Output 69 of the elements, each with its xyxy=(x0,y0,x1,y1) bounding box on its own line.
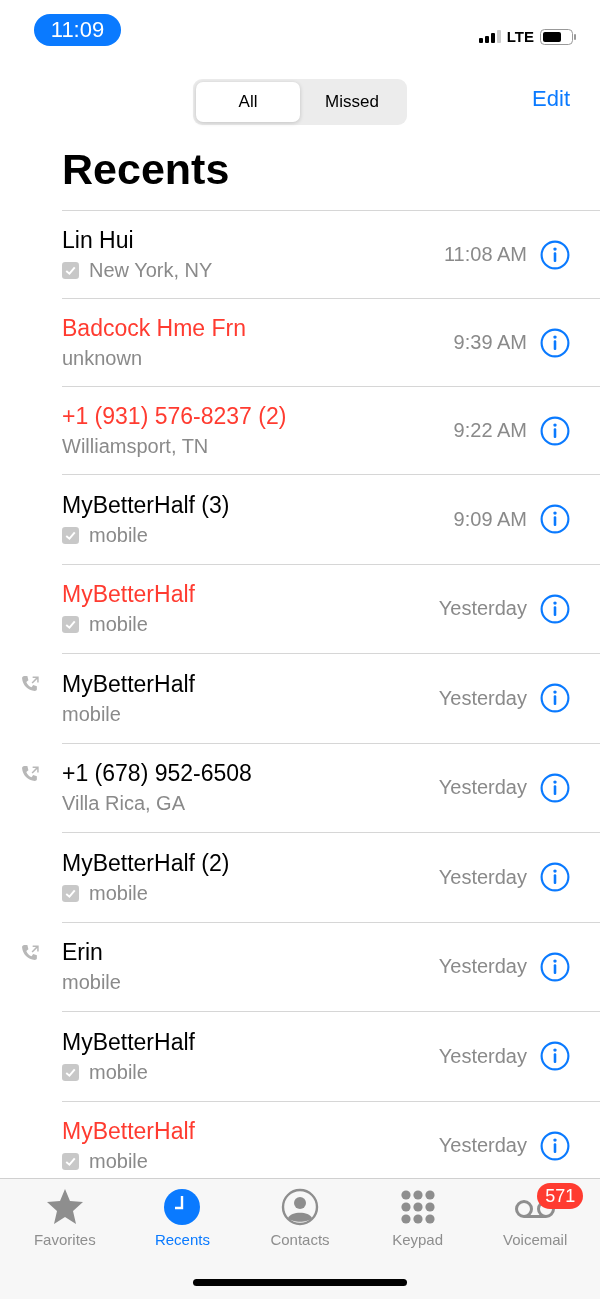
caller-name: MyBetterHalf (2) xyxy=(62,849,231,877)
caller-name: MyBetterHalf xyxy=(62,1028,196,1056)
call-time: 9:39 AM xyxy=(453,331,527,354)
tab-item[interactable]: Favorites xyxy=(9,1187,120,1248)
caller-name: Badcock Hme Frn xyxy=(62,315,248,342)
call-time: 9:09 AM xyxy=(453,507,527,531)
edit-button[interactable]: Edit xyxy=(532,86,570,112)
call-time: Yesterday xyxy=(438,597,527,621)
tab-item[interactable]: Recents xyxy=(127,1187,238,1248)
call-row[interactable]: Lin Hui New York, NY 11:08 AM xyxy=(62,210,600,298)
info-icon[interactable] xyxy=(540,593,570,624)
call-time: 11:08 AM xyxy=(443,243,527,266)
call-detail: mobile xyxy=(62,971,121,995)
call-time: Yesterday xyxy=(438,1044,527,1068)
info-icon[interactable] xyxy=(540,1130,570,1161)
person-icon xyxy=(280,1187,320,1227)
info-icon[interactable] xyxy=(540,504,570,535)
call-detail: mobile xyxy=(89,613,148,637)
signal-icon xyxy=(478,30,501,43)
info-icon[interactable] xyxy=(540,683,570,714)
call-detail: mobile xyxy=(89,881,148,905)
caller-name: Erin xyxy=(62,939,104,967)
battery-icon xyxy=(540,28,576,45)
caller-name: Lin Hui xyxy=(62,227,135,254)
info-icon[interactable] xyxy=(540,772,570,803)
call-detail: Villa Rica, GA xyxy=(62,792,185,816)
call-row[interactable]: MyBetterHalf (3) mobile 9:09 AM xyxy=(62,474,600,564)
count-badge: 571 xyxy=(537,1183,584,1209)
segment-tab[interactable]: Missed xyxy=(300,82,404,122)
call-time: Yesterday xyxy=(438,1134,527,1158)
clock-icon xyxy=(162,1187,203,1227)
tab-item[interactable]: Contacts xyxy=(245,1187,355,1248)
call-row[interactable]: Erin mobile Yesterday xyxy=(62,921,600,1011)
call-row[interactable]: MyBetterHalf (2) mobile Yesterday xyxy=(62,832,600,922)
call-detail: mobile xyxy=(89,1060,148,1084)
network-label: LTE xyxy=(506,28,534,45)
call-time: Yesterday xyxy=(438,776,527,800)
tab-item[interactable]: Keypad xyxy=(362,1187,473,1248)
call-time: Yesterday xyxy=(438,865,527,889)
info-icon[interactable] xyxy=(540,862,570,893)
caller-name: MyBetterHalf xyxy=(62,1118,196,1146)
caller-name: MyBetterHalf xyxy=(62,670,196,698)
info-icon[interactable] xyxy=(540,951,570,982)
info-icon[interactable] xyxy=(540,327,570,358)
call-detail: mobile xyxy=(89,1150,148,1174)
call-row[interactable]: Badcock Hme Frn unknown 9:39 AM xyxy=(62,298,600,386)
caller-name: +1 (678) 952-6508 xyxy=(62,760,253,788)
call-row[interactable]: MyBetterHalf mobile Yesterday xyxy=(62,1011,600,1101)
caller-name: MyBetterHalf (3) xyxy=(62,491,231,519)
call-detail: Williamsport, TN xyxy=(62,435,209,458)
call-row[interactable]: +1 (678) 952-6508 Villa Rica, GA Yesterday xyxy=(62,742,600,832)
status-time: 11:09 xyxy=(34,14,121,46)
call-detail: unknown xyxy=(62,347,143,370)
call-detail: New York, NY xyxy=(89,259,213,282)
call-time: Yesterday xyxy=(438,686,527,710)
info-icon[interactable] xyxy=(540,1041,570,1072)
call-detail: mobile xyxy=(62,702,121,726)
page-title: Recents xyxy=(62,144,231,195)
call-row[interactable]: +1 (931) 576-8237 (2) Williamsport, TN 9:22 AM xyxy=(62,386,600,474)
info-icon[interactable] xyxy=(540,239,570,270)
caller-name: MyBetterHalf xyxy=(62,581,196,609)
call-time: Yesterday xyxy=(438,955,527,979)
info-icon[interactable] xyxy=(540,415,570,446)
segment-tab[interactable]: All xyxy=(196,82,300,122)
call-row[interactable]: MyBetterHalf mobile Yesterday xyxy=(62,563,600,653)
call-time: 9:22 AM xyxy=(453,419,527,442)
call-detail: mobile xyxy=(89,523,148,547)
caller-name: +1 (931) 576-8237 (2) xyxy=(62,403,288,430)
call-row[interactable]: MyBetterHalf mobile Yesterday xyxy=(62,653,600,743)
